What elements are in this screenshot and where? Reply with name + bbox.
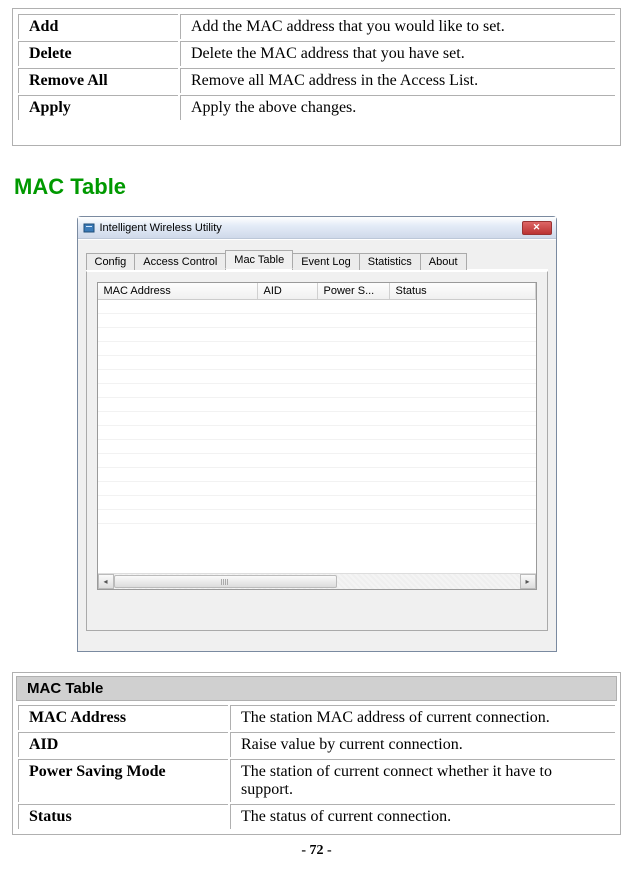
row-label: Status (18, 804, 228, 829)
row-label: MAC Address (18, 705, 228, 730)
row-desc: Remove all MAC address in the Access Lis… (180, 68, 615, 93)
row-desc: The station of current connect whether i… (230, 759, 615, 802)
row-desc: Delete the MAC address that you have set… (180, 41, 615, 66)
col-mac-address[interactable]: MAC Address (98, 283, 258, 299)
col-status[interactable]: Status (390, 283, 536, 299)
list-item (98, 482, 536, 496)
close-icon: ✕ (533, 223, 541, 232)
mac-listview[interactable]: MAC Address AID Power S... Status (97, 282, 537, 590)
window-title: Intelligent Wireless Utility (100, 222, 222, 234)
scroll-track[interactable] (114, 574, 520, 589)
list-item (98, 426, 536, 440)
tab-bar: Config Access Control Mac Table Event Lo… (86, 250, 548, 271)
list-item (98, 440, 536, 454)
row-label: Remove All (18, 68, 178, 93)
table-row: Add Add the MAC address that you would l… (18, 14, 615, 39)
tab-statistics[interactable]: Statistics (359, 253, 421, 270)
table-row: MAC Address The station MAC address of c… (18, 705, 615, 730)
list-item (98, 370, 536, 384)
def-section-title: MAC Table (16, 676, 617, 701)
utility-window: Intelligent Wireless Utility ✕ Config Ac… (77, 216, 557, 652)
section-heading: MAC Table (14, 174, 623, 200)
list-item (98, 300, 536, 314)
table-row: AID Raise value by current connection. (18, 732, 615, 757)
scroll-left-button[interactable]: ◂ (98, 574, 114, 589)
col-power-saving[interactable]: Power S... (318, 283, 390, 299)
table-row: Delete Delete the MAC address that you h… (18, 41, 615, 66)
row-desc: Apply the above changes. (180, 95, 615, 120)
scroll-right-button[interactable]: ▸ (520, 574, 536, 589)
table-row: Power Saving Mode The station of current… (18, 759, 615, 802)
list-item (98, 398, 536, 412)
row-desc: The station MAC address of current conne… (230, 705, 615, 730)
desc-table: Add Add the MAC address that you would l… (16, 12, 617, 122)
row-label: Delete (18, 41, 178, 66)
row-desc: The status of current connection. (230, 804, 615, 829)
app-icon (82, 221, 96, 235)
list-item (98, 328, 536, 342)
chevron-left-icon: ◂ (103, 577, 107, 586)
listview-rows (98, 300, 536, 573)
row-label: Apply (18, 95, 178, 120)
list-item (98, 496, 536, 510)
row-desc: Raise value by current connection. (230, 732, 615, 757)
tab-event-log[interactable]: Event Log (292, 253, 360, 270)
tab-panel: MAC Address AID Power S... Status (86, 271, 548, 631)
def-table: MAC Address The station MAC address of c… (16, 703, 617, 831)
list-item (98, 342, 536, 356)
row-desc: Add the MAC address that you would like … (180, 14, 615, 39)
window-titlebar: Intelligent Wireless Utility ✕ (78, 217, 556, 239)
row-label: Add (18, 14, 178, 39)
list-item (98, 510, 536, 524)
horizontal-scrollbar[interactable]: ◂ ▸ (98, 573, 536, 589)
scroll-grip-icon (221, 579, 229, 585)
close-button[interactable]: ✕ (522, 221, 552, 235)
table-row: Apply Apply the above changes. (18, 95, 615, 120)
chevron-right-icon: ▸ (525, 577, 529, 586)
list-item (98, 356, 536, 370)
tab-access-control[interactable]: Access Control (134, 253, 226, 270)
scroll-thumb[interactable] (114, 575, 337, 588)
window-body: Config Access Control Mac Table Event Lo… (78, 239, 556, 651)
tab-mac-table[interactable]: Mac Table (225, 250, 293, 269)
tab-about[interactable]: About (420, 253, 467, 270)
button-desc-table: Add Add the MAC address that you would l… (12, 8, 621, 146)
list-item (98, 314, 536, 328)
table-row: Remove All Remove all MAC address in the… (18, 68, 615, 93)
row-label: AID (18, 732, 228, 757)
page-number: - 72 - (10, 843, 623, 859)
table-row: Status The status of current connection. (18, 804, 615, 829)
list-item (98, 384, 536, 398)
row-label: Power Saving Mode (18, 759, 228, 802)
list-item (98, 468, 536, 482)
list-item (98, 454, 536, 468)
listview-header: MAC Address AID Power S... Status (98, 283, 536, 300)
tab-config[interactable]: Config (86, 253, 136, 270)
col-aid[interactable]: AID (258, 283, 318, 299)
mac-table-definitions: MAC Table MAC Address The station MAC ad… (12, 672, 621, 835)
list-item (98, 412, 536, 426)
